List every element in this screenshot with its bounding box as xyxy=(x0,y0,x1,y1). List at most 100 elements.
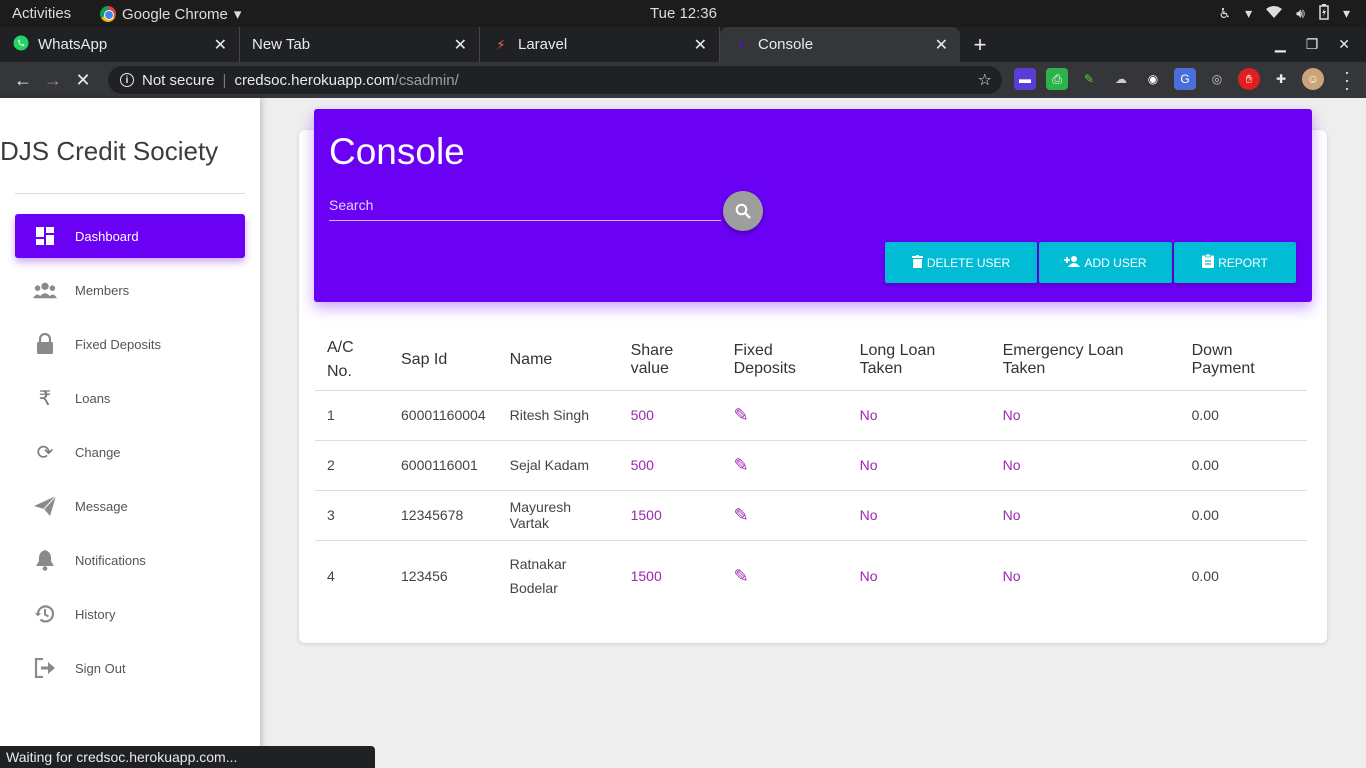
button-label: REPORT xyxy=(1218,255,1268,270)
sidebar-item-loans[interactable]: ₹ Loans xyxy=(15,376,245,420)
console-header: Console DELETE USER ADD USER REPORT xyxy=(314,109,1312,302)
app-menu-label: Google Chrome xyxy=(122,5,228,23)
delete-user-button[interactable]: DELETE USER xyxy=(885,242,1037,283)
extension-1-icon[interactable]: ▬ xyxy=(1014,68,1036,90)
column-header-ac-no: A/C No. xyxy=(315,330,389,391)
share-value-cell[interactable]: 500 xyxy=(618,440,722,491)
volume-icon[interactable]: 🔊︎ xyxy=(1296,5,1305,22)
close-icon[interactable]: ✕ xyxy=(694,35,707,55)
emergency-loan-cell[interactable]: No xyxy=(990,440,1180,491)
edit-pencil-icon[interactable]: ✎ xyxy=(734,405,749,425)
tab-label: WhatsApp xyxy=(38,36,108,53)
page-title: Console xyxy=(329,131,465,172)
column-header-fixed-deposits: Fixed Deposits xyxy=(721,330,848,391)
sidebar-item-dashboard[interactable]: Dashboard xyxy=(15,214,245,258)
clock[interactable]: Tue 12:36 xyxy=(650,5,717,22)
extension-7-icon[interactable]: ◎ xyxy=(1206,68,1228,90)
activities-button[interactable]: Activities xyxy=(12,5,71,22)
long-loan-cell[interactable]: No xyxy=(847,390,991,441)
app-menu[interactable]: Google Chrome ▾ xyxy=(100,5,241,23)
battery-icon[interactable] xyxy=(1319,4,1329,23)
extension-4-icon[interactable]: ☁ xyxy=(1110,68,1132,90)
forward-arrow-icon[interactable]: → xyxy=(38,70,68,91)
close-icon[interactable]: ✕ xyxy=(454,35,467,55)
search-input[interactable] xyxy=(329,191,721,219)
emergency-loan-cell[interactable]: No xyxy=(991,540,1180,612)
trash-icon xyxy=(911,254,923,271)
tab-new-tab[interactable]: New Tab ✕ xyxy=(240,27,480,62)
search-field xyxy=(329,191,721,221)
profile-avatar-icon[interactable]: ☺ xyxy=(1302,68,1324,90)
ac-no-cell: 2 xyxy=(315,440,389,491)
clipboard-icon xyxy=(1202,253,1215,271)
sidebar-item-label: Fixed Deposits xyxy=(75,336,161,352)
long-loan-cell[interactable]: No xyxy=(847,490,991,541)
sidebar-item-message[interactable]: Message xyxy=(15,484,245,528)
sidebar-item-members[interactable]: Members xyxy=(15,268,245,312)
info-icon[interactable]: i xyxy=(120,73,134,87)
more-menu-icon[interactable]: · · · xyxy=(1344,63,1350,97)
sidebar-item-label: History xyxy=(75,606,116,622)
report-button[interactable]: REPORT xyxy=(1174,242,1296,283)
caret-down-icon: ▾ xyxy=(1342,5,1350,21)
edit-pencil-icon[interactable]: ✎ xyxy=(734,455,749,475)
brand-title: DJS Credit Society xyxy=(0,136,219,166)
long-loan-cell[interactable]: No xyxy=(847,440,991,491)
extension-8-icon[interactable]: ✋︎ xyxy=(1238,68,1260,90)
back-arrow-icon[interactable]: ← xyxy=(8,70,38,91)
chrome-icon xyxy=(100,6,116,22)
add-user-button[interactable]: ADD USER xyxy=(1039,242,1172,283)
close-icon[interactable]: ✕ xyxy=(935,35,948,55)
table-header-row: A/C No. Sap Id Name Share value Fixed De… xyxy=(315,330,1307,391)
name-cell: Mayuresh Vartak xyxy=(497,490,619,541)
sidebar-item-change[interactable]: ⟳ Change xyxy=(15,430,245,474)
tab-laravel[interactable]: ⚡︎ Laravel ✕ xyxy=(480,27,720,62)
extension-2-icon[interactable]: ⎙ xyxy=(1046,68,1068,90)
new-tab-button[interactable]: + xyxy=(960,27,1000,62)
sidebar-item-history[interactable]: History xyxy=(15,592,245,636)
share-value-cell[interactable]: 500 xyxy=(618,390,722,441)
search-button[interactable] xyxy=(723,191,763,231)
stop-loading-icon[interactable]: ✕ xyxy=(68,70,98,91)
name-cell: Ritesh Singh xyxy=(497,390,619,441)
table-row: 2 6000116001 Sejal Kadam 500 ✎ No No 0.0… xyxy=(315,440,1307,491)
emergency-loan-cell[interactable]: No xyxy=(990,490,1180,541)
sidebar: DJS Credit Society Dashboard Members Fix… xyxy=(0,98,260,768)
dot-icon: ● xyxy=(738,40,744,49)
long-loan-cell[interactable]: No xyxy=(848,540,991,612)
tab-label: Laravel xyxy=(518,36,568,53)
ac-no-cell: 4 xyxy=(327,568,335,585)
browser-toolbar: ← → ✕ i Not secure | credsoc.herokuapp.c… xyxy=(0,62,1366,98)
sidebar-item-fixed-deposits[interactable]: Fixed Deposits xyxy=(15,322,245,366)
extension-3-icon[interactable]: ✎ xyxy=(1078,68,1100,90)
tab-console[interactable]: ● Console ✕ xyxy=(720,27,960,62)
maximize-icon[interactable]: ❐ xyxy=(1306,36,1319,53)
down-payment-cell: 0.00 xyxy=(1179,440,1307,491)
person-add-icon xyxy=(1064,255,1081,270)
tab-label: Console xyxy=(758,36,814,53)
emergency-loan-cell[interactable]: No xyxy=(990,390,1180,441)
bookmark-star-icon[interactable]: ☆ xyxy=(978,70,992,90)
history-icon xyxy=(33,602,57,626)
translate-extension-icon[interactable]: G xyxy=(1174,68,1196,90)
extensions-puzzle-icon[interactable]: ✚ xyxy=(1270,68,1292,90)
minimize-icon[interactable]: ▁ xyxy=(1275,36,1286,53)
close-window-icon[interactable]: ✕ xyxy=(1338,36,1350,53)
wifi-icon[interactable] xyxy=(1266,5,1283,22)
share-value-cell[interactable]: 1500 xyxy=(619,540,722,612)
edit-pencil-icon[interactable]: ✎ xyxy=(734,505,749,525)
system-tray[interactable]: ♿︎ ▾ 🔊︎ ▾ xyxy=(1219,4,1350,23)
down-payment-cell: 0.00 xyxy=(1191,568,1219,585)
fixed-deposits-cell: ✎ xyxy=(722,540,848,612)
close-icon[interactable]: ✕ xyxy=(214,35,227,55)
accessibility-icon[interactable]: ♿︎ xyxy=(1219,5,1232,22)
sidebar-item-sign-out[interactable]: Sign Out xyxy=(15,646,245,690)
sidebar-item-notifications[interactable]: Notifications xyxy=(15,538,245,582)
tab-whatsapp[interactable]: WhatsApp ✕ xyxy=(0,27,240,62)
address-bar[interactable]: i Not secure | credsoc.herokuapp.com /cs… xyxy=(108,66,1002,94)
column-header-long-loan: Long Loan Taken xyxy=(847,330,991,391)
ac-no-cell: 1 xyxy=(315,390,389,441)
extension-5-icon[interactable]: ◉ xyxy=(1142,68,1164,90)
edit-pencil-icon[interactable]: ✎ xyxy=(734,566,749,586)
share-value-cell[interactable]: 1500 xyxy=(618,490,722,541)
